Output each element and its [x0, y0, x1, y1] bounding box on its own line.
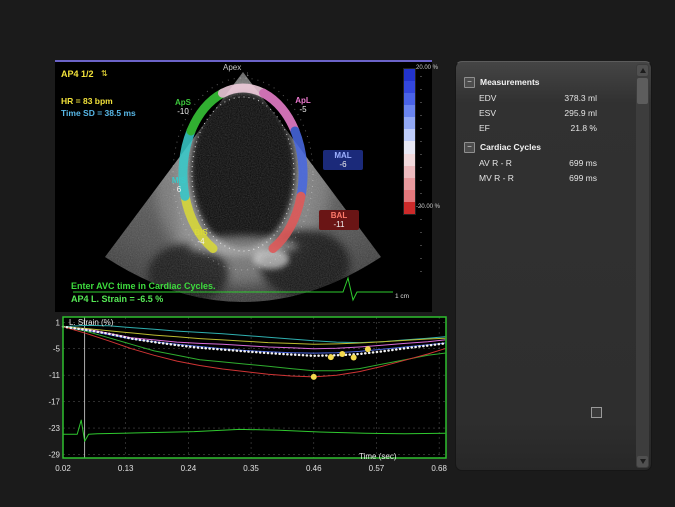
scrollbar[interactable]	[636, 64, 649, 468]
segment-name: ApS	[163, 98, 203, 107]
scroll-down-button[interactable]	[637, 456, 648, 467]
peak-strain-marker[interactable]	[351, 355, 357, 361]
ultrasound-view: AP4 1/2 ⇅ HR = 83 bpm Time SD = 38.5 ms …	[55, 62, 432, 312]
apex-arrow-icon: ↓	[246, 71, 250, 78]
colorbar-block	[404, 190, 415, 202]
echocardiography-app-window: AP4 1/2 ⇅ HR = 83 bpm Time SD = 38.5 ms …	[0, 0, 675, 507]
section-header-measurements[interactable]: Measurements	[464, 74, 629, 90]
colorbar-block	[404, 166, 415, 178]
x-tick-label: 0.35	[243, 464, 259, 473]
segment-label-apl: ApL -5	[283, 96, 323, 114]
measurement-value: 378.3 ml	[537, 93, 597, 103]
depth-scale-label: 1 cm	[395, 293, 409, 300]
colorbar-block	[404, 129, 415, 141]
colorbar-min-label: -20.00 %	[416, 204, 440, 210]
section-title: Cardiac Cycles	[480, 142, 541, 152]
colorbar-block	[404, 93, 415, 105]
y-tick-label: -23	[48, 424, 60, 433]
x-tick-label: 0.46	[306, 464, 322, 473]
measurement-value: 699 ms	[537, 158, 597, 168]
measurement-row-av-rr: AV R - R 699 ms	[464, 155, 629, 170]
peak-strain-marker[interactable]	[328, 354, 334, 360]
measurement-label: EF	[479, 123, 537, 133]
colorbar-block	[404, 154, 415, 166]
x-tick-label: 0.13	[118, 464, 134, 473]
segment-value: -6	[323, 160, 363, 169]
page-arrows-icon[interactable]: ⇅	[101, 69, 108, 78]
x-tick-label: 0.57	[369, 464, 385, 473]
plot-background	[63, 317, 446, 458]
apex-label: Apex	[223, 63, 241, 72]
peak-strain-marker[interactable]	[365, 346, 371, 352]
section-header-cardiac-cycles[interactable]: Cardiac Cycles	[464, 139, 629, 155]
section-title: Measurements	[480, 77, 540, 87]
peak-strain-marker[interactable]	[311, 374, 317, 380]
small-square-icon[interactable]	[591, 407, 602, 418]
colorbar-block	[404, 117, 415, 129]
measurement-label: ESV	[479, 108, 537, 118]
measurement-value: 699 ms	[537, 173, 597, 183]
colorbar-block	[404, 141, 415, 153]
time-sd-label: Time SD = 38.5 ms	[61, 108, 136, 118]
colorbar-max-label: 20.00 %	[416, 65, 438, 71]
panel-content: Measurements EDV 378.3 ml ESV 295.9 ml E…	[464, 74, 629, 185]
y-tick-label: -29	[48, 450, 60, 459]
segment-name: BAL	[319, 211, 359, 220]
measurement-row-mv-rr: MV R - R 699 ms	[464, 170, 629, 185]
colorbar-block	[404, 69, 415, 81]
y-tick-label: -11	[49, 371, 61, 380]
measurement-value: 295.9 ml	[537, 108, 597, 118]
y-tick-label: -17	[48, 398, 60, 407]
segment-label-mis: MIS 6	[159, 176, 199, 194]
segment-label-aps: ApS -10	[163, 98, 203, 116]
heart-rate-label: HR = 83 bpm	[61, 96, 113, 106]
segment-value: -5	[283, 105, 323, 114]
segment-name: ApL	[283, 96, 323, 105]
peak-strain-marker[interactable]	[339, 351, 345, 357]
avc-prompt: Enter AVC time in Cardiac Cycles.	[71, 281, 216, 291]
collapse-icon[interactable]	[464, 77, 475, 88]
x-tick-label: 0.02	[55, 464, 71, 473]
measurement-row-edv: EDV 378.3 ml	[464, 90, 629, 105]
colorbar-block	[404, 105, 415, 117]
segment-value: -10	[163, 107, 203, 116]
segment-label-bal: BAL -11	[319, 210, 359, 230]
x-tick-label: 0.24	[181, 464, 197, 473]
measurement-row-ef: EF 21.8 %	[464, 120, 629, 135]
y-tick-label: -5	[53, 345, 61, 354]
measurement-label: EDV	[479, 93, 537, 103]
collapse-icon[interactable]	[464, 142, 475, 153]
segment-name: BIS	[181, 228, 221, 237]
measurement-label: AV R - R	[479, 158, 537, 168]
colorbar-block	[404, 81, 415, 93]
strain-result: AP4 L. Strain = -6.5 %	[71, 294, 163, 304]
segment-label-mal: MAL -6	[323, 150, 363, 170]
strain-chart: 0.02 0.13 0.24 0.35 0.46 0.57 0.68 1 -5 -11 -17 -23…	[45, 313, 455, 478]
measurements-panel: Measurements EDV 378.3 ml ESV 295.9 ml E…	[455, 61, 652, 471]
segment-name: MAL	[323, 151, 363, 160]
measurement-label: MV R - R	[479, 173, 537, 183]
colorbar-block	[404, 178, 415, 190]
triangle-up-icon	[640, 68, 646, 73]
segment-name: MIS	[159, 176, 199, 185]
scroll-up-button[interactable]	[637, 65, 648, 76]
scrollbar-thumb[interactable]	[637, 78, 648, 104]
segment-value: 6	[159, 185, 199, 194]
chart-ylabel: L. Strain (%)	[69, 318, 113, 327]
measurement-row-esv: ESV 295.9 ml	[464, 105, 629, 120]
y-tick-label: 1	[56, 318, 61, 327]
x-tick-label: 0.68	[431, 464, 447, 473]
strain-colorbar	[403, 68, 416, 215]
view-label: AP4 1/2	[61, 69, 94, 79]
segment-label-bis: BIS -4	[181, 228, 221, 246]
chart-xlabel: Time (sec)	[359, 452, 396, 461]
segment-value: -11	[319, 220, 359, 229]
measurement-value: 21.8 %	[537, 123, 597, 133]
segment-value: -4	[181, 237, 221, 246]
triangle-down-icon	[640, 459, 646, 464]
colorbar-block	[404, 202, 415, 214]
